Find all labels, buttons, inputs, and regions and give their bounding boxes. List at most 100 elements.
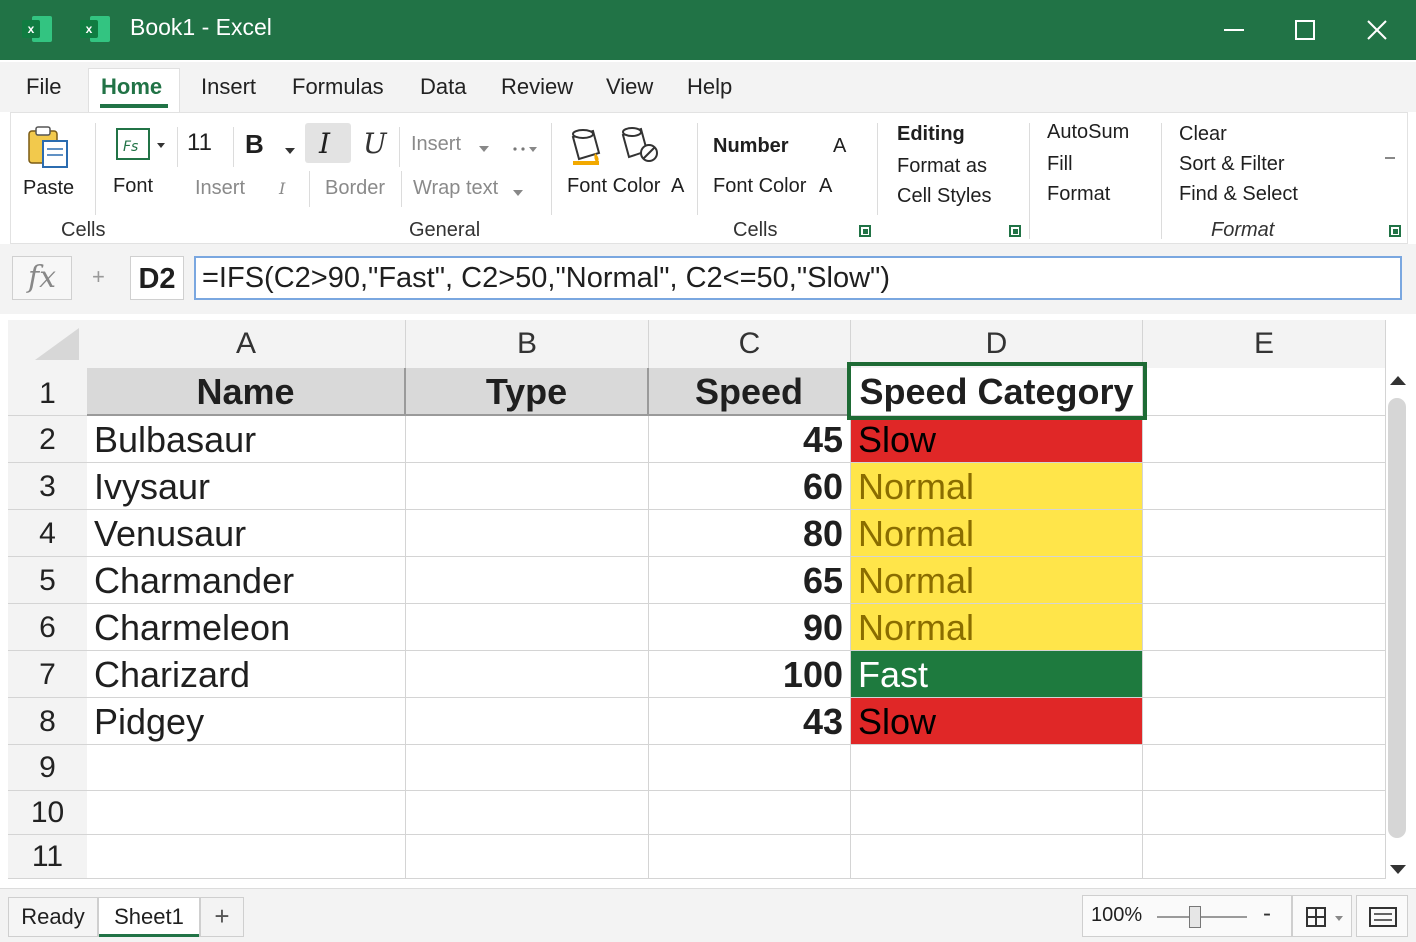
cell-b3[interactable]	[406, 463, 649, 510]
row-header[interactable]: 8	[8, 698, 87, 745]
cell-d7[interactable]: Fast	[851, 651, 1143, 698]
font-color-button-2[interactable]: Font Color	[713, 175, 806, 198]
zoom-level[interactable]: 100%	[1091, 904, 1142, 927]
dialog-launcher-icon[interactable]	[1389, 225, 1401, 237]
paste-button[interactable]: Paste	[23, 177, 74, 200]
column-header-a[interactable]: A	[87, 320, 406, 368]
column-header-e[interactable]: E	[1143, 320, 1386, 368]
insert-button[interactable]: Insert	[411, 133, 461, 156]
scroll-down-icon[interactable]	[1386, 862, 1410, 876]
find-select-button[interactable]: Find & Select	[1179, 183, 1298, 206]
row-header[interactable]: 7	[8, 651, 87, 698]
number-format-button[interactable]: Number	[713, 135, 789, 158]
cell-c10[interactable]	[649, 791, 851, 835]
cell-b9[interactable]	[406, 745, 649, 791]
border-button[interactable]: Border	[325, 177, 385, 200]
cell-a3[interactable]: Ivysaur	[87, 463, 406, 510]
cell-c6[interactable]: 90	[649, 604, 851, 651]
tab-review[interactable]: Review	[501, 74, 573, 100]
cell-a8[interactable]: Pidgey	[87, 698, 406, 745]
fill-bucket-icon[interactable]	[567, 123, 607, 167]
select-all-corner[interactable]	[8, 320, 87, 368]
maximize-button[interactable]	[1285, 10, 1325, 50]
row-header[interactable]: 11	[8, 835, 87, 879]
cell-b4[interactable]	[406, 510, 649, 557]
row-header[interactable]: 4	[8, 510, 87, 557]
cell-c3[interactable]: 60	[649, 463, 851, 510]
clear-formatting-icon[interactable]	[617, 123, 661, 167]
cell-c5[interactable]: 65	[649, 557, 851, 604]
vertical-scrollbar[interactable]	[1386, 368, 1410, 880]
fill-button[interactable]: Fill	[1047, 153, 1073, 176]
bold-dropdown-icon[interactable]	[285, 143, 295, 161]
collapse-ribbon-icon[interactable]	[1385, 157, 1395, 159]
cell-c9[interactable]	[649, 745, 851, 791]
column-header-c[interactable]: C	[649, 320, 851, 368]
cell-a7[interactable]: Charizard	[87, 651, 406, 698]
cell-a2[interactable]: Bulbasaur	[87, 416, 406, 463]
tab-insert[interactable]: Insert	[201, 74, 256, 100]
cell-e7[interactable]	[1143, 651, 1386, 698]
row-header[interactable]: 6	[8, 604, 87, 651]
cell-e5[interactable]	[1143, 557, 1386, 604]
scroll-up-icon[interactable]	[1386, 374, 1410, 388]
clear-button[interactable]: Clear	[1179, 123, 1227, 146]
dialog-launcher-icon[interactable]	[859, 225, 871, 237]
insert-function-button[interactable]: fx	[12, 256, 72, 300]
cell-c7[interactable]: 100	[649, 651, 851, 698]
insert-cells-button[interactable]: Insert	[195, 177, 245, 200]
underline-button[interactable]: U	[363, 127, 387, 160]
cell-d9[interactable]	[851, 745, 1143, 791]
sheet-tab-sheet1[interactable]: Sheet1	[98, 897, 200, 937]
cell-a10[interactable]	[87, 791, 406, 835]
insert-dropdown-icon[interactable]	[479, 141, 489, 159]
cell-a11[interactable]	[87, 835, 406, 879]
italic-small-button[interactable]: I	[279, 179, 285, 198]
cell-d4[interactable]: Normal	[851, 510, 1143, 557]
cell-c4[interactable]: 80	[649, 510, 851, 557]
sort-filter-button[interactable]: Sort & Filter	[1179, 153, 1285, 176]
close-button[interactable]	[1357, 10, 1397, 50]
page-layout-button[interactable]	[1356, 895, 1408, 937]
cell-d5[interactable]: Normal	[851, 557, 1143, 604]
cell-e2[interactable]	[1143, 416, 1386, 463]
cell-styles-button[interactable]: Cell Styles	[897, 185, 991, 208]
cell-b11[interactable]	[406, 835, 649, 879]
tab-file[interactable]: File	[26, 74, 61, 100]
paste-icon[interactable]	[25, 125, 71, 169]
cell-a1[interactable]: Name	[87, 368, 406, 416]
cell-b8[interactable]	[406, 698, 649, 745]
row-header[interactable]: 9	[8, 745, 87, 791]
format-as-table-button[interactable]: Format as	[897, 155, 987, 178]
cell-c1[interactable]: Speed	[649, 368, 851, 416]
cell-b5[interactable]	[406, 557, 649, 604]
cell-d2[interactable]: Slow	[851, 416, 1143, 463]
italic-button[interactable]: I	[319, 127, 330, 160]
cell-e3[interactable]	[1143, 463, 1386, 510]
formula-input[interactable]: =IFS(C2>90,"Fast", C2>50,"Normal", C2<=5…	[194, 256, 1402, 300]
cell-e10[interactable]	[1143, 791, 1386, 835]
cell-b2[interactable]	[406, 416, 649, 463]
autosum-button[interactable]: AutoSum	[1047, 121, 1129, 144]
cell-e4[interactable]	[1143, 510, 1386, 557]
cell-d10[interactable]	[851, 791, 1143, 835]
row-header[interactable]: 3	[8, 463, 87, 510]
zoom-out-button[interactable]: -	[1263, 900, 1271, 928]
font-color-button[interactable]: Font Color	[567, 175, 660, 198]
cell-e1[interactable]	[1143, 368, 1386, 416]
tab-formulas[interactable]: Formulas	[292, 74, 384, 100]
minimize-button[interactable]	[1214, 10, 1254, 50]
expand-icon[interactable]: +	[92, 264, 105, 290]
tab-help[interactable]: Help	[687, 74, 732, 100]
cell-c8[interactable]: 43	[649, 698, 851, 745]
bold-button[interactable]: B	[245, 129, 264, 160]
font-size-box[interactable]: 11	[187, 129, 212, 157]
cell-d3[interactable]: Normal	[851, 463, 1143, 510]
cell-a6[interactable]: Charmeleon	[87, 604, 406, 651]
cell-d6[interactable]: Normal	[851, 604, 1143, 651]
font-button[interactable]: Font	[113, 175, 153, 198]
cell-b1[interactable]: Type	[406, 368, 649, 416]
column-header-b[interactable]: B	[406, 320, 649, 368]
cell-a9[interactable]	[87, 745, 406, 791]
row-header[interactable]: 5	[8, 557, 87, 604]
